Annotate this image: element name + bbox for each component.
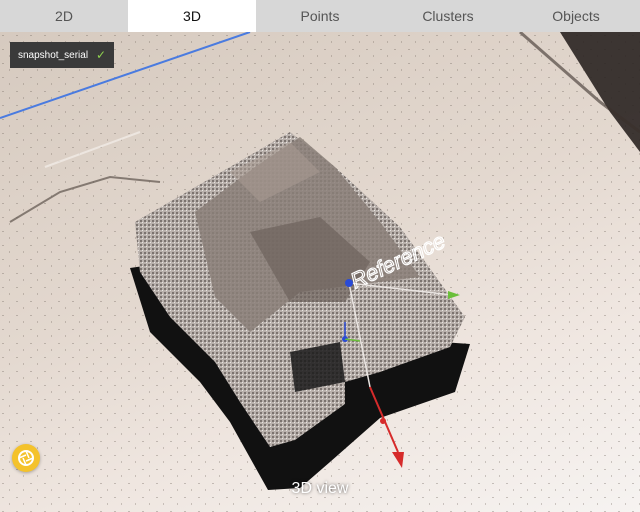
check-icon: ✓ — [96, 48, 107, 62]
view-label: 3D view — [291, 480, 349, 497]
capture-button[interactable] — [12, 444, 40, 472]
snapshot-badge: snapshot_serial ✓ — [10, 42, 115, 68]
3d-viewport[interactable]: Reference snapshot_serial ✓ 3D view — [0, 32, 640, 512]
tab-clusters[interactable]: Clusters — [384, 0, 512, 32]
tab-points[interactable]: Points — [256, 0, 384, 32]
snapshot-name: snapshot_serial — [18, 49, 89, 61]
tab-objects[interactable]: Objects — [512, 0, 640, 32]
aperture-icon — [18, 450, 34, 466]
tab-3d[interactable]: 3D — [128, 0, 256, 32]
tab-2d[interactable]: 2D — [0, 0, 128, 32]
view-tabs: 2D 3D Points Clusters Objects — [0, 0, 640, 32]
point-cloud-scene: Reference — [0, 32, 640, 512]
